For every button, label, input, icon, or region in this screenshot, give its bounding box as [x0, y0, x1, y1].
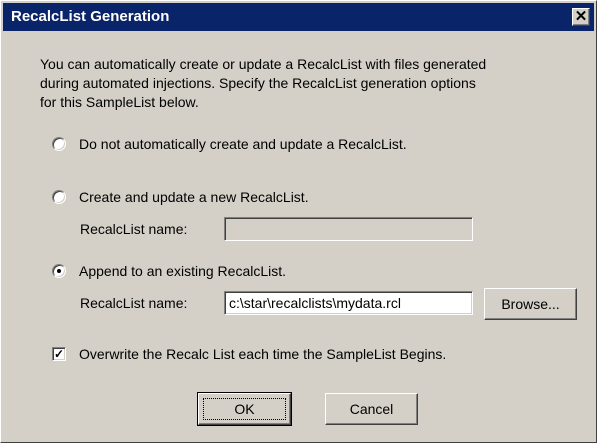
- append-name-input[interactable]: c:\star\recalclists\mydata.rcl: [224, 291, 473, 315]
- description-line-3: for this SampleList below.: [40, 94, 199, 110]
- browse-button-label: Browse...: [501, 296, 560, 312]
- focus-rectangle: [203, 398, 286, 420]
- radio-create-new[interactable]: [52, 190, 66, 204]
- cancel-button-label: Cancel: [349, 401, 394, 417]
- recalclist-generation-dialog: RecalcList Generation ✕ You can automati…: [0, 0, 597, 443]
- option-append-label: Append to an existing RecalcList.: [79, 263, 287, 279]
- description-line-2: during automated injections. Specify the…: [40, 75, 476, 91]
- browse-button[interactable]: Browse...: [484, 288, 577, 320]
- option-create-new-label: Create and update a new RecalcList.: [79, 189, 309, 205]
- overwrite-label: Overwrite the Recalc List each time the …: [79, 346, 447, 362]
- close-icon: ✕: [574, 8, 588, 25]
- check-icon: ✓: [53, 347, 65, 361]
- option-no-auto-label: Do not automatically create and update a…: [79, 136, 407, 152]
- create-new-name-label: RecalcList name:: [80, 221, 188, 237]
- radio-no-auto[interactable]: [52, 137, 66, 151]
- dialog-title: RecalcList Generation: [11, 8, 170, 25]
- radio-append[interactable]: [52, 264, 66, 278]
- ok-button[interactable]: OK: [197, 392, 292, 426]
- title-bar[interactable]: RecalcList Generation ✕: [3, 3, 594, 31]
- description-line-1: You can automatically create or update a…: [40, 56, 487, 72]
- cancel-button[interactable]: Cancel: [325, 393, 418, 425]
- close-button[interactable]: ✕: [572, 8, 590, 26]
- description-text: You can automatically create or update a…: [40, 55, 585, 112]
- create-new-name-input[interactable]: [224, 217, 473, 241]
- append-name-label: RecalcList name:: [80, 295, 188, 311]
- overwrite-checkbox[interactable]: ✓: [52, 347, 66, 361]
